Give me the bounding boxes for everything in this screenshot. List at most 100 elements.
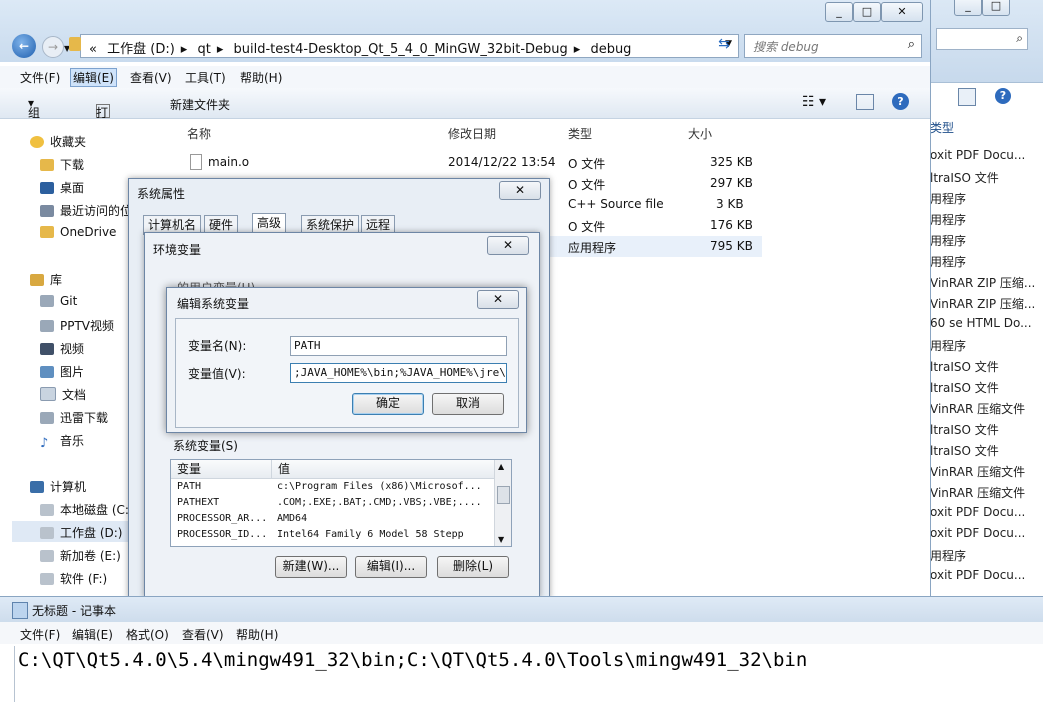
- table-row[interactable]: PROCESSOR_ID... Intel64 Family 6 Model 58…: [171, 527, 493, 543]
- nav-libraries[interactable]: 库: [30, 271, 62, 288]
- edit-variable-button[interactable]: 编辑(I)...: [355, 556, 427, 578]
- close-button[interactable]: ✕: [477, 290, 519, 309]
- view-options-icon[interactable]: ☷ ▾: [802, 94, 826, 110]
- list-item[interactable]: ltraISO 文件: [930, 421, 1043, 438]
- preview-pane-icon[interactable]: [856, 94, 874, 110]
- table-row[interactable]: PATHEXT .COM;.EXE;.BAT;.CMD;.VBS;.VBE;...…: [171, 495, 493, 511]
- preview-pane-icon[interactable]: [958, 88, 976, 106]
- type-column-header[interactable]: 类型: [930, 119, 954, 136]
- variable-name-input[interactable]: PATH: [290, 336, 507, 356]
- menu-edit[interactable]: 编辑(E): [72, 626, 113, 643]
- list-item[interactable]: 用程序: [930, 253, 1043, 270]
- chevron-right-icon[interactable]: ▸: [217, 42, 224, 57]
- column-date[interactable]: 修改日期: [448, 125, 496, 142]
- list-item[interactable]: ltraISO 文件: [930, 442, 1043, 459]
- nav-desktop[interactable]: 桌面: [40, 179, 84, 196]
- column-type[interactable]: 类型: [568, 125, 592, 142]
- help-icon[interactable]: ?: [995, 88, 1011, 104]
- delete-variable-button[interactable]: 删除(L): [437, 556, 509, 578]
- nav-documents[interactable]: 文档: [40, 386, 86, 403]
- notepad-text-area[interactable]: C:\QT\Qt5.4.0\5.4\mingw491_32\bin;C:\QT\…: [14, 646, 1035, 702]
- minimize-button[interactable]: _: [825, 2, 853, 22]
- cancel-button[interactable]: 取消: [432, 393, 504, 415]
- nav-computer[interactable]: 计算机: [30, 478, 86, 495]
- chevron-right-icon[interactable]: ▸: [574, 42, 581, 57]
- refresh-icon[interactable]: ⇆: [713, 36, 735, 54]
- nav-favorites[interactable]: 收藏夹: [30, 133, 86, 150]
- menu-view[interactable]: 查看(V): [182, 626, 224, 643]
- list-item[interactable]: oxit PDF Docu...: [930, 505, 1043, 519]
- maximize-button[interactable]: □: [853, 2, 881, 22]
- system-vars-table[interactable]: 变量 值 PATH c:\Program Files (x86)\Microsof…: [170, 459, 512, 547]
- minimize-button[interactable]: _: [954, 0, 982, 16]
- list-item[interactable]: 用程序: [930, 547, 1043, 564]
- address-bar[interactable]: « 工作盘 (D:) ▸ qt ▸ build-test4-Desktop_Qt_5…: [69, 34, 739, 58]
- list-item[interactable]: ltraISO 文件: [930, 358, 1043, 375]
- search-icon[interactable]: ⌕: [908, 37, 915, 52]
- list-item[interactable]: 60 se HTML Do...: [930, 316, 1043, 330]
- ok-button[interactable]: 确定: [352, 393, 424, 415]
- list-item[interactable]: VinRAR ZIP 压缩...: [930, 295, 1043, 312]
- menu-file[interactable]: 文件(F): [20, 626, 60, 643]
- close-button[interactable]: ✕: [499, 181, 541, 200]
- chevron-up-icon[interactable]: ▲: [498, 462, 504, 471]
- table-row[interactable]: PROCESSOR_AR... AMD64: [171, 511, 493, 527]
- menu-tools[interactable]: 工具(T): [185, 69, 226, 86]
- chevron-right-icon[interactable]: ▸: [181, 42, 188, 57]
- file-row[interactable]: main.o 2014/12/22 13:54 O 文件 325 KB: [182, 152, 762, 173]
- nav-pptv[interactable]: PPTV视频: [40, 317, 114, 334]
- new-folder-button[interactable]: 新建文件夹: [170, 96, 230, 113]
- breadcrumb-build[interactable]: build-test4-Desktop_Qt_5_4_0_MinGW_32bit…: [233, 42, 567, 57]
- nav-drive-f[interactable]: 软件 (F:): [40, 570, 107, 587]
- column-name[interactable]: 名称: [187, 125, 211, 142]
- menu-format[interactable]: 格式(O): [126, 626, 169, 643]
- menu-view[interactable]: 查看(V): [130, 69, 172, 86]
- menu-file[interactable]: 文件(F): [20, 69, 60, 86]
- column-size[interactable]: 大小: [688, 125, 712, 142]
- list-item[interactable]: ltraISO 文件: [930, 169, 1043, 186]
- nav-drive-e[interactable]: 新加卷 (E:): [40, 547, 121, 564]
- close-button[interactable]: ✕: [487, 236, 529, 255]
- list-item[interactable]: VinRAR 压缩文件: [930, 400, 1043, 417]
- list-item[interactable]: oxit PDF Docu...: [930, 148, 1043, 162]
- list-item[interactable]: oxit PDF Docu...: [930, 568, 1043, 582]
- nav-music[interactable]: ♪ 音乐: [40, 432, 84, 451]
- list-item[interactable]: 用程序: [930, 190, 1043, 207]
- list-item[interactable]: VinRAR 压缩文件: [930, 463, 1043, 480]
- variable-value-input[interactable]: ;JAVA_HOME%\bin;%JAVA_HOME%\jre\bin;: [290, 363, 507, 383]
- column-variable[interactable]: 变量: [171, 460, 272, 479]
- back-button[interactable]: ←: [12, 34, 36, 58]
- help-icon[interactable]: ?: [892, 93, 909, 110]
- nav-pictures[interactable]: 图片: [40, 363, 84, 380]
- forward-button[interactable]: →: [42, 36, 64, 58]
- vertical-scrollbar[interactable]: ▲ ▼: [494, 460, 511, 546]
- list-item[interactable]: 用程序: [930, 232, 1043, 249]
- menu-edit[interactable]: 编辑(E): [70, 68, 117, 87]
- new-variable-button[interactable]: 新建(W)...: [275, 556, 347, 578]
- nav-onedrive[interactable]: OneDrive: [40, 225, 116, 239]
- breadcrumb-qt[interactable]: qt: [197, 42, 210, 57]
- column-value[interactable]: 值: [272, 460, 499, 479]
- breadcrumb-overflow[interactable]: «: [89, 42, 97, 57]
- nav-thunder[interactable]: 迅雷下载: [40, 409, 108, 426]
- list-item[interactable]: ltraISO 文件: [930, 379, 1043, 396]
- nav-downloads[interactable]: 下载: [40, 156, 84, 173]
- close-button[interactable]: ✕: [881, 2, 923, 22]
- table-row[interactable]: PATH c:\Program Files (x86)\Microsof...: [171, 479, 493, 495]
- nav-git[interactable]: Git: [40, 294, 77, 308]
- list-item[interactable]: oxit PDF Docu...: [930, 526, 1043, 540]
- breadcrumb-debug[interactable]: debug: [590, 42, 631, 57]
- background-search-input[interactable]: ⌕: [936, 28, 1028, 50]
- nav-videos[interactable]: 视频: [40, 340, 84, 357]
- organize-button[interactable]: 组织 ▾: [28, 96, 40, 137]
- list-item[interactable]: 用程序: [930, 337, 1043, 354]
- menu-help[interactable]: 帮助(H): [240, 69, 282, 86]
- list-item[interactable]: VinRAR ZIP 压缩...: [930, 274, 1043, 291]
- maximize-button[interactable]: □: [982, 0, 1010, 16]
- search-input[interactable]: 搜索 debug ⌕: [744, 34, 922, 58]
- list-item[interactable]: 用程序: [930, 211, 1043, 228]
- list-item[interactable]: VinRAR 压缩文件: [930, 484, 1043, 501]
- scrollbar-thumb[interactable]: [497, 486, 510, 504]
- menu-help[interactable]: 帮助(H): [236, 626, 278, 643]
- breadcrumb-drive[interactable]: 工作盘 (D:): [107, 42, 175, 57]
